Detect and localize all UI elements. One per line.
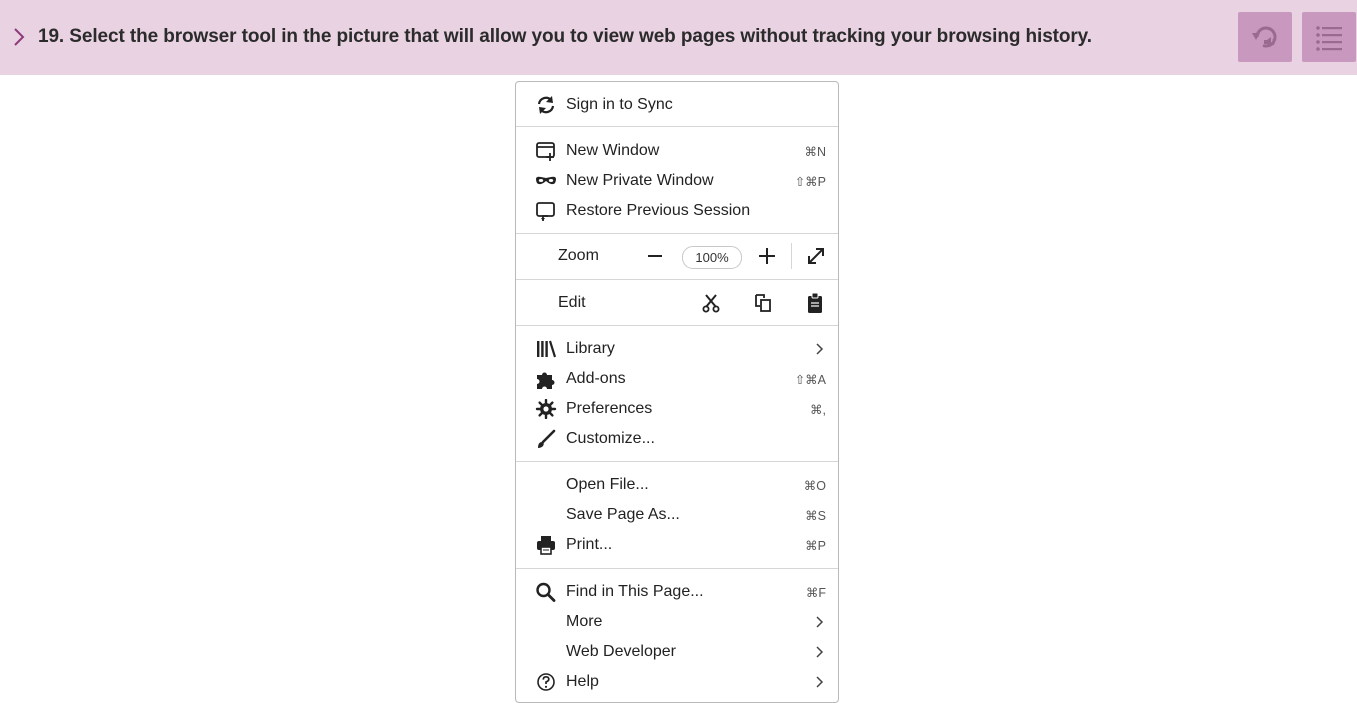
shortcut-label: ⌘, — [810, 403, 826, 417]
brush-icon — [538, 429, 556, 448]
menu-list-button[interactable] — [1302, 12, 1356, 62]
zoom-divider — [791, 243, 792, 269]
menu-separator — [516, 126, 838, 127]
menu-item-restore-session[interactable]: Restore Previous Session — [516, 196, 838, 226]
menu-item-label: Save Page As... — [566, 506, 680, 523]
printer-icon — [537, 536, 555, 555]
menu-item-customize[interactable]: Customize... — [516, 424, 838, 454]
private-mask-icon — [536, 176, 556, 185]
menu-item-label: Sign in to Sync — [566, 96, 673, 113]
menu-item-save-page[interactable]: Save Page As... ⌘S — [516, 500, 838, 530]
browser-app-menu: Sign in to Sync New Window ⌘N New Privat… — [515, 81, 839, 703]
menu-item-label: Help — [566, 673, 599, 690]
cut-icon[interactable] — [701, 293, 721, 313]
zoom-controls: Zoom 100% — [516, 241, 838, 271]
menu-separator — [516, 233, 838, 234]
chevron-right-icon[interactable] — [10, 27, 28, 47]
replay-audio-button[interactable] — [1238, 12, 1292, 62]
edit-controls: Edit — [516, 288, 838, 318]
menu-item-label: Find in This Page... — [566, 583, 704, 600]
menu-item-help[interactable]: Help — [516, 667, 838, 697]
list-icon — [1316, 26, 1342, 51]
chevron-right-icon — [816, 646, 824, 658]
menu-item-new-private-window[interactable]: New Private Window ⇧⌘P — [516, 166, 838, 196]
chevron-right-icon — [816, 676, 824, 688]
menu-item-open-file[interactable]: Open File... ⌘O — [516, 470, 838, 500]
menu-item-find-in-page[interactable]: Find in This Page... ⌘F — [516, 577, 838, 607]
shortcut-label: ⌘O — [803, 479, 826, 493]
menu-item-label: Restore Previous Session — [566, 202, 751, 219]
puzzle-icon — [537, 372, 555, 389]
menu-item-label: Print... — [566, 536, 613, 553]
restore-session-icon — [536, 202, 555, 221]
chevron-right-icon — [816, 343, 824, 355]
menu-item-preferences[interactable]: Preferences ⌘, — [516, 394, 838, 424]
gear-icon — [535, 399, 557, 419]
new-window-icon — [536, 142, 555, 161]
shortcut-label: ⌘N — [804, 145, 826, 159]
menu-item-library[interactable]: Library — [516, 334, 838, 364]
replay-audio-icon — [1252, 26, 1277, 48]
copy-icon[interactable] — [753, 293, 773, 313]
chevron-right-icon — [816, 616, 824, 628]
menu-item-label: Web Developer — [566, 643, 676, 660]
menu-item-label: New Window — [566, 142, 660, 159]
question-header: 19. Select the browser tool in the pictu… — [0, 0, 1357, 75]
menu-separator — [516, 325, 838, 326]
menu-item-label: New Private Window — [566, 172, 714, 189]
shortcut-label: ⌘P — [805, 539, 826, 553]
zoom-reset-button[interactable]: 100% — [682, 246, 742, 269]
menu-separator — [516, 461, 838, 462]
menu-item-web-developer[interactable]: Web Developer — [516, 637, 838, 667]
zoom-in-icon[interactable] — [758, 247, 776, 265]
shortcut-label: ⇧⌘A — [794, 373, 826, 387]
search-icon — [536, 582, 556, 602]
question-text: 19. Select the browser tool in the pictu… — [38, 26, 1092, 47]
menu-item-label: Preferences — [566, 400, 653, 417]
menu-item-label: Customize... — [566, 430, 655, 447]
edit-label: Edit — [558, 294, 586, 311]
help-icon — [537, 673, 555, 691]
menu-item-label: Add-ons — [566, 370, 626, 387]
menu-separator — [516, 568, 838, 569]
paste-icon[interactable] — [805, 292, 825, 314]
menu-item-label: Open File... — [566, 476, 649, 493]
zoom-out-icon[interactable] — [646, 247, 664, 265]
shortcut-label: ⇧⌘P — [794, 175, 826, 189]
menu-item-label: Library — [566, 340, 615, 357]
sync-icon — [537, 96, 555, 114]
zoom-label: Zoom — [558, 247, 599, 264]
menu-separator — [516, 279, 838, 280]
menu-item-label: More — [566, 613, 603, 630]
shortcut-label: ⌘F — [805, 586, 826, 600]
menu-item-add-ons[interactable]: Add-ons ⇧⌘A — [516, 364, 838, 394]
menu-item-sign-in-sync[interactable]: Sign in to Sync — [516, 90, 838, 120]
menu-item-print[interactable]: Print... ⌘P — [516, 530, 838, 560]
menu-item-more[interactable]: More — [516, 607, 838, 637]
library-icon — [537, 340, 557, 358]
shortcut-label: ⌘S — [805, 509, 826, 523]
fullscreen-icon[interactable] — [806, 246, 826, 266]
menu-item-new-window[interactable]: New Window ⌘N — [516, 136, 838, 166]
